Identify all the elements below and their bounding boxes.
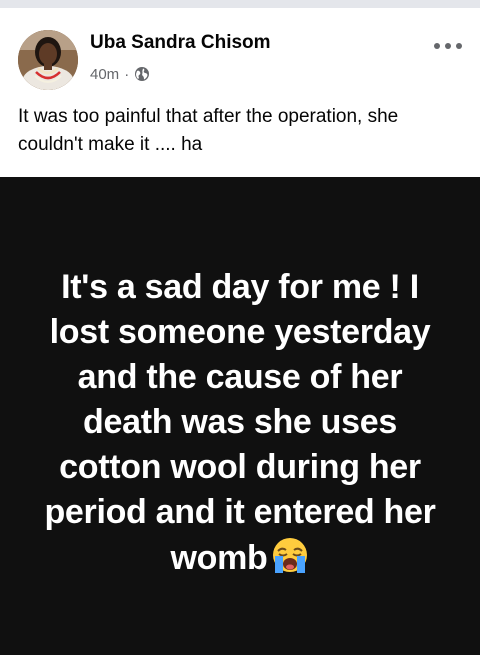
post-meta: 40m · (90, 64, 150, 84)
feed-divider (0, 0, 480, 8)
loudly-crying-face-emoji (270, 535, 310, 575)
image-text-block: It's a sad day for me ! I lost someone y… (40, 265, 440, 581)
image-text: It's a sad day for me ! I lost someone y… (44, 268, 436, 577)
avatar-image (18, 30, 78, 90)
post-caption: It was too painful that after the operat… (18, 106, 399, 155)
author-avatar[interactable] (18, 30, 78, 90)
author-name[interactable]: Uba Sandra Chisom (90, 32, 271, 54)
more-options-icon (434, 43, 462, 49)
globe-icon (134, 66, 150, 82)
post-image[interactable]: It's a sad day for me ! I lost someone y… (0, 177, 480, 655)
more-options-button[interactable] (428, 34, 468, 58)
post-header: Uba Sandra Chisom 40m · (0, 8, 480, 100)
post-time[interactable]: 40m (90, 66, 119, 83)
meta-separator: · (124, 65, 130, 83)
